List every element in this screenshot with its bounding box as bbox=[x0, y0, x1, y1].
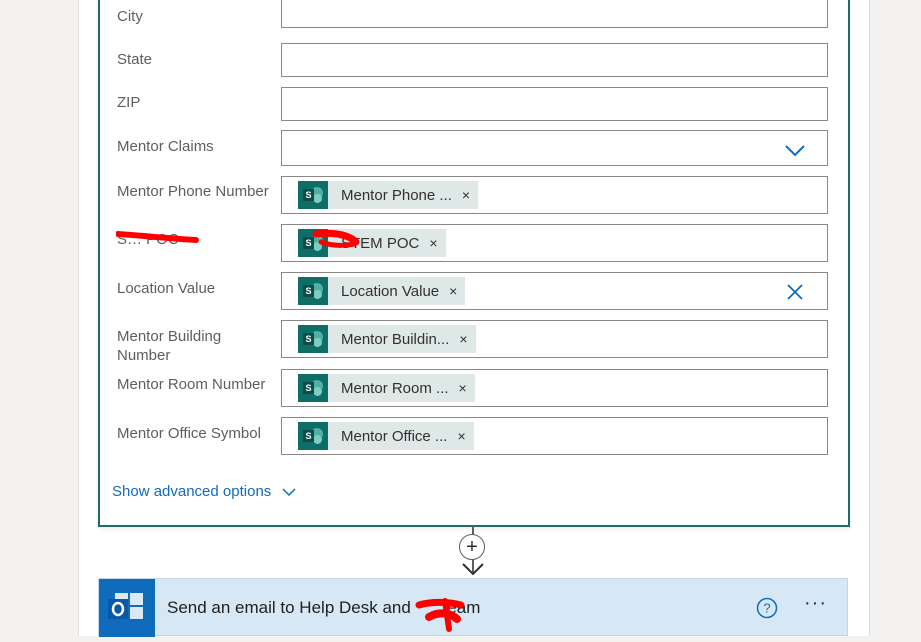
outlook-icon bbox=[99, 579, 155, 637]
more-options-icon[interactable]: ··· bbox=[804, 592, 827, 615]
mentor-phone-input[interactable]: S Mentor Phone ... × bbox=[281, 176, 828, 214]
dynamic-content-token[interactable]: S Mentor Office ... × bbox=[298, 422, 474, 450]
remove-token-icon[interactable]: × bbox=[453, 428, 473, 444]
city-input[interactable] bbox=[281, 0, 828, 28]
clear-icon[interactable] bbox=[785, 282, 805, 302]
token-label: Mentor Office ... bbox=[341, 427, 448, 445]
zip-input[interactable] bbox=[281, 87, 828, 121]
remove-token-icon[interactable]: × bbox=[455, 380, 475, 396]
svg-text:?: ? bbox=[763, 601, 770, 616]
state-input[interactable] bbox=[281, 43, 828, 77]
sharepoint-icon: S bbox=[298, 325, 328, 353]
chevron-down-icon[interactable] bbox=[783, 139, 807, 161]
insert-step-button[interactable]: + bbox=[459, 534, 485, 560]
dynamic-content-token[interactable]: S Mentor Buildin... × bbox=[298, 325, 476, 353]
field-label: ZIP bbox=[117, 94, 141, 111]
remove-token-icon[interactable]: × bbox=[458, 187, 478, 203]
sharepoint-icon: S bbox=[298, 277, 328, 305]
help-icon[interactable]: ? bbox=[756, 597, 778, 619]
redaction-mark bbox=[415, 598, 465, 632]
field-label: Mentor Building Number bbox=[117, 328, 222, 364]
show-advanced-options-label: Show advanced options bbox=[112, 483, 272, 500]
sharepoint-icon: S bbox=[298, 181, 328, 209]
field-label: State bbox=[117, 51, 153, 68]
show-advanced-options-link[interactable]: Show advanced options bbox=[112, 483, 297, 500]
dynamic-content-token[interactable]: S Mentor Room ... × bbox=[298, 374, 475, 402]
action-card-body: City State ZIP Mentor Claims Mentor Phon… bbox=[98, 0, 850, 527]
field-label: Location Value bbox=[117, 280, 216, 297]
token-label: Mentor Phone ... bbox=[341, 186, 452, 204]
token-label: Location Value bbox=[341, 282, 440, 300]
dynamic-content-token[interactable]: S Location Value × bbox=[298, 277, 466, 305]
sharepoint-icon: S bbox=[298, 422, 328, 450]
token-label: Mentor Room ... bbox=[341, 379, 449, 397]
send-email-action-header[interactable]: Send an email to Help Desk and Team ? ··… bbox=[98, 578, 848, 637]
remove-token-icon[interactable]: × bbox=[445, 283, 465, 299]
redaction-mark bbox=[116, 229, 360, 248]
sharepoint-icon: S bbox=[298, 374, 328, 402]
mentor-office-input[interactable]: S Mentor Office ... × bbox=[281, 417, 828, 455]
token-label: Mentor Buildin... bbox=[341, 330, 450, 348]
field-label: Mentor Office Symbol bbox=[117, 425, 261, 442]
remove-token-icon[interactable]: × bbox=[455, 331, 475, 347]
field-label: Mentor Room Number bbox=[117, 376, 266, 393]
field-label: Mentor Phone Number bbox=[117, 183, 269, 200]
mentor-claims-dropdown[interactable] bbox=[281, 130, 828, 166]
arrow-down-icon bbox=[462, 563, 484, 576]
location-value-input[interactable]: S Location Value × bbox=[281, 272, 828, 310]
chevron-down-icon bbox=[282, 487, 296, 496]
field-label: City bbox=[117, 8, 143, 25]
mentor-room-input[interactable]: S Mentor Room ... × bbox=[281, 369, 828, 407]
dynamic-content-token[interactable]: S Mentor Phone ... × bbox=[298, 181, 479, 209]
mentor-building-input[interactable]: S Mentor Buildin... × bbox=[281, 320, 828, 358]
field-label: Mentor Claims bbox=[117, 138, 214, 155]
